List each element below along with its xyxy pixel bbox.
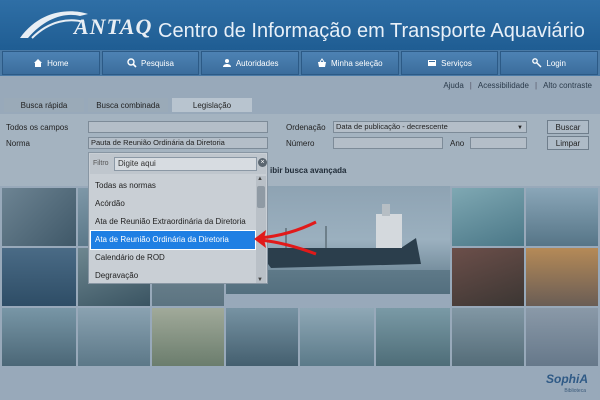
dropdown-option-selected[interactable]: Ata de Reunião Ordinária da Diretoria	[90, 230, 256, 250]
nav-label: Login	[546, 58, 566, 68]
sophia-logo[interactable]: SophiA	[546, 372, 588, 386]
filter-label: Filtro	[93, 160, 109, 167]
norma-dropdown: Filtro Digite aqui × Todas as normas Acó…	[88, 152, 268, 284]
services-icon	[428, 60, 437, 66]
utility-links: Ajuda | Acessibilidade | Alto contraste	[443, 81, 592, 90]
users-icon	[222, 59, 231, 67]
sunset-photo	[526, 248, 598, 306]
ordenacao-label: Ordenação	[286, 123, 326, 132]
ano-input[interactable]	[470, 137, 527, 149]
nav-label: Home	[47, 58, 69, 68]
nav-home[interactable]: Home	[2, 51, 100, 75]
dropdown-filter-row: Filtro Digite aqui ×	[90, 154, 267, 174]
ship-photo	[2, 248, 76, 306]
coast-photo	[2, 308, 76, 366]
scroll-thumb[interactable]	[257, 186, 265, 208]
search-tabs: Busca rápida Busca combinada Legislação	[4, 98, 256, 112]
convoy-photo	[452, 308, 524, 366]
port-photo	[2, 188, 76, 246]
chevron-down-icon[interactable]: ▼	[257, 277, 263, 283]
search-icon	[127, 58, 137, 68]
tug-photo	[226, 308, 298, 366]
page-footer	[0, 370, 600, 400]
buscar-button[interactable]: Buscar	[547, 120, 589, 134]
todos-campos-input[interactable]	[88, 121, 268, 133]
red-arrow-annotation	[254, 220, 317, 256]
containers-photo	[526, 308, 598, 366]
dropdown-option[interactable]: Todas as normas	[91, 177, 255, 195]
link-acessibilidade[interactable]: Acessibilidade	[478, 81, 529, 90]
link-alto-contraste[interactable]: Alto contraste	[543, 81, 592, 90]
ordenacao-value: Data de publicação - decrescente	[336, 122, 448, 131]
tanks-photo	[152, 308, 224, 366]
main-nav: Home Pesquisa Autoridades Minha seleção …	[0, 50, 600, 76]
nav-minha-selecao[interactable]: Minha seleção	[301, 51, 399, 75]
norma-label: Norma	[6, 139, 31, 148]
dropdown-option[interactable]: Acórdão	[91, 195, 255, 213]
filter-input[interactable]: Digite aqui	[114, 157, 257, 171]
page-title: Centro de Informação em Transporte Aquav…	[158, 20, 585, 42]
divider: |	[469, 81, 472, 90]
key-icon	[532, 58, 542, 68]
ano-label: Ano	[450, 139, 465, 148]
numero-input[interactable]	[333, 137, 443, 149]
dropdown-option[interactable]: Calendário de ROD	[91, 249, 255, 267]
cargo-ship-photo	[526, 188, 598, 246]
nav-autoridades[interactable]: Autoridades	[201, 51, 300, 75]
nav-label: Autoridades	[235, 58, 279, 68]
logo-wordmark: ANTAQ	[74, 14, 153, 39]
sophia-logo-subtitle: Biblioteca	[564, 388, 586, 394]
tab-legislacao[interactable]: Legislação	[172, 98, 252, 112]
nav-pesquisa[interactable]: Pesquisa	[101, 51, 200, 75]
nav-servicos[interactable]: Serviços	[400, 51, 499, 75]
nav-label: Minha seleção	[331, 58, 383, 68]
todos-campos-label: Todos os campos	[6, 123, 69, 132]
advanced-search-link[interactable]: ibir busca avançada	[270, 166, 346, 175]
norma-value: Pauta de Reunião Ordinária da Diretoria	[91, 138, 225, 147]
dropdown-option[interactable]: Ata de Reunião Extraordinária da Diretor…	[91, 213, 255, 231]
nav-login[interactable]: Login	[500, 51, 599, 75]
home-icon	[34, 59, 43, 67]
basket-icon	[318, 58, 327, 67]
dredge-photo	[452, 188, 524, 246]
clear-icon[interactable]: ×	[258, 158, 267, 167]
chevron-down-icon: ▼	[517, 125, 523, 131]
site-header: ANTAQ Centro de Informação em Transporte…	[0, 0, 600, 50]
numero-label: Número	[286, 139, 315, 148]
dropdown-option[interactable]: Degravação	[91, 267, 255, 285]
nav-label: Pesquisa	[141, 58, 174, 68]
ordenacao-select[interactable]: Data de publicação - decrescente ▼	[333, 121, 527, 133]
norma-select[interactable]: Pauta de Reunião Ordinária da Diretoria	[88, 137, 268, 149]
divider: |	[535, 81, 538, 90]
boats-photo	[78, 308, 150, 366]
nav-label: Serviços	[441, 58, 472, 68]
limpar-button[interactable]: Limpar	[547, 136, 589, 150]
barge-photo	[300, 308, 374, 366]
link-ajuda[interactable]: Ajuda	[443, 81, 463, 90]
tab-busca-rapida[interactable]: Busca rápida	[4, 98, 84, 112]
tab-busca-combinada[interactable]: Busca combinada	[88, 98, 168, 112]
bay-photo	[376, 308, 450, 366]
hull-photo	[452, 248, 524, 306]
chevron-up-icon[interactable]: ▲	[257, 176, 263, 182]
